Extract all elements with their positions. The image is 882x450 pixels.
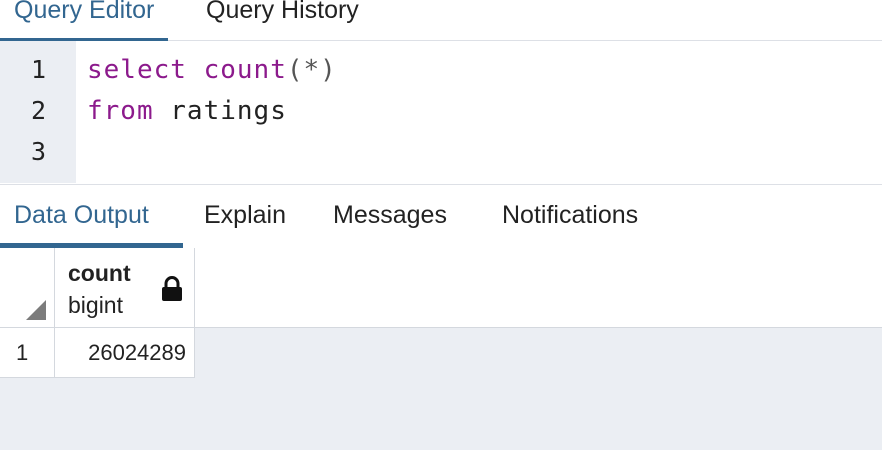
sql-editor[interactable]: 1 2 3 select count(*) from ratings xyxy=(0,41,882,183)
lock-icon xyxy=(162,276,182,301)
line-number: 3 xyxy=(30,137,46,166)
tab-notifications[interactable]: Notifications xyxy=(502,201,638,230)
line-number: 2 xyxy=(30,96,46,125)
select-all-cell[interactable] xyxy=(0,248,55,327)
sql-function: count xyxy=(203,55,287,85)
column-header-count[interactable]: count bigint xyxy=(55,248,195,327)
code-line-2[interactable]: from ratings xyxy=(87,96,287,126)
sql-punctuation: (*) xyxy=(286,55,337,85)
table-cell[interactable]: 26024289 xyxy=(55,328,195,377)
query-tool: Query Editor Query History 1 2 3 select … xyxy=(0,0,882,450)
code-line-1[interactable]: select count(*) xyxy=(87,55,337,85)
select-all-icon xyxy=(26,300,46,320)
tab-query-editor-label: Query Editor xyxy=(14,0,155,24)
tab-query-history[interactable]: Query History xyxy=(206,0,359,40)
top-tab-bar: Query Editor Query History xyxy=(0,0,882,42)
tab-messages[interactable]: Messages xyxy=(333,201,447,230)
row-number-cell: 1 xyxy=(0,328,55,377)
line-number: 1 xyxy=(30,55,46,84)
tab-data-output[interactable]: Data Output xyxy=(14,201,149,230)
tab-explain[interactable]: Explain xyxy=(204,201,286,230)
line-gutter: 1 2 3 xyxy=(0,41,76,183)
results-grid: count bigint 1 26024289 xyxy=(0,248,882,450)
tab-query-history-label: Query History xyxy=(206,0,359,24)
row-number: 1 xyxy=(16,340,29,365)
sql-keyword: from xyxy=(87,96,154,126)
column-type: bigint xyxy=(68,292,123,318)
sql-identifier: ratings xyxy=(170,96,287,126)
table-row[interactable]: 1 26024289 xyxy=(0,328,195,378)
column-name: count xyxy=(68,260,131,286)
tab-query-editor[interactable]: Query Editor xyxy=(0,0,169,42)
output-tab-bar: Data Output Explain Messages Notificatio… xyxy=(0,184,882,249)
sql-keyword: select xyxy=(87,55,187,85)
cell-value: 26024289 xyxy=(88,340,186,365)
